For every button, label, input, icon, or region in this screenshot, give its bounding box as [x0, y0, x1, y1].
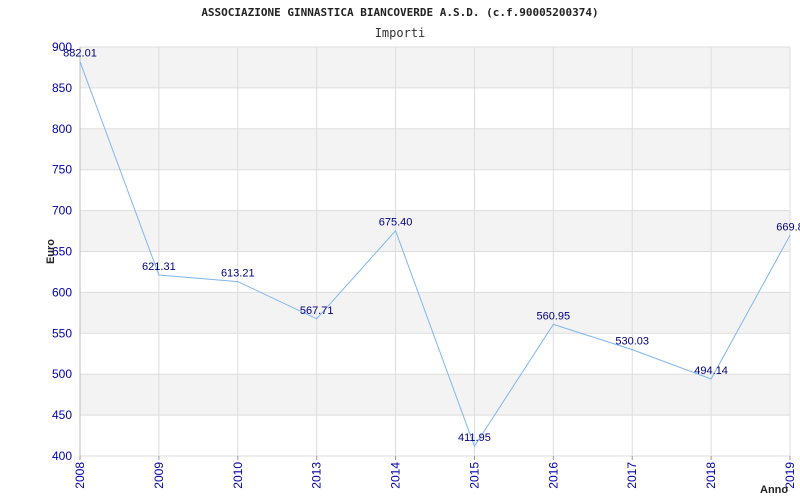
- plot-band: [80, 292, 790, 334]
- data-label: 530.03: [615, 336, 649, 348]
- data-point: [237, 281, 239, 283]
- data-point: [710, 378, 712, 380]
- y-tick-label: 700: [52, 204, 72, 218]
- data-point: [158, 274, 160, 276]
- x-tick-label: 2013: [310, 462, 324, 489]
- x-tick-label: 2009: [152, 462, 166, 489]
- x-tick-label: 2016: [546, 462, 560, 489]
- y-tick-label: 500: [52, 367, 72, 381]
- x-tick-label: 2010: [231, 462, 245, 489]
- data-point: [395, 230, 397, 232]
- data-point: [473, 445, 475, 447]
- y-tick-label: 450: [52, 408, 72, 422]
- x-tick-label: 2008: [73, 462, 87, 489]
- y-tick-label: 550: [52, 326, 72, 340]
- data-point: [316, 318, 318, 320]
- x-tick-label: 2017: [625, 462, 639, 489]
- data-label: 567.71: [300, 305, 334, 317]
- plot-band: [80, 47, 790, 88]
- y-tick-label: 600: [52, 285, 72, 299]
- line-chart: 400450500550600650700750800850900 2008 20…: [45, 40, 800, 496]
- data-label: 411.95: [458, 432, 491, 444]
- data-label: 621.31: [142, 261, 176, 273]
- plot-bands: [80, 47, 790, 416]
- x-tick-label: 2015: [467, 462, 481, 489]
- plot-band: [80, 374, 790, 416]
- x-axis-ticks: 2008 2009 2010 2013 2014 2015 2016 2017 2018 2019: [73, 456, 797, 489]
- data-label: 613.21: [221, 268, 255, 280]
- y-tick-label: 400: [52, 449, 72, 463]
- data-label: 669.8: [776, 221, 800, 233]
- data-label: 882.01: [63, 48, 97, 60]
- y-tick-label: 850: [52, 81, 72, 95]
- y-axis-title: Euro: [45, 239, 57, 264]
- x-axis-title: Anno: [760, 484, 788, 496]
- plot-band: [80, 128, 790, 170]
- data-point: [789, 234, 791, 236]
- data-point: [631, 349, 633, 351]
- x-tick-label: 2018: [704, 462, 718, 489]
- plot-band: [80, 210, 790, 252]
- y-tick-label: 750: [52, 163, 72, 177]
- data-label: 675.40: [379, 217, 413, 229]
- data-label: 560.95: [537, 310, 571, 322]
- data-point: [552, 323, 554, 325]
- x-tick-label: 2014: [389, 462, 403, 489]
- data-label: 494.14: [694, 365, 728, 377]
- y-tick-label: 800: [52, 122, 72, 136]
- data-point: [79, 61, 81, 63]
